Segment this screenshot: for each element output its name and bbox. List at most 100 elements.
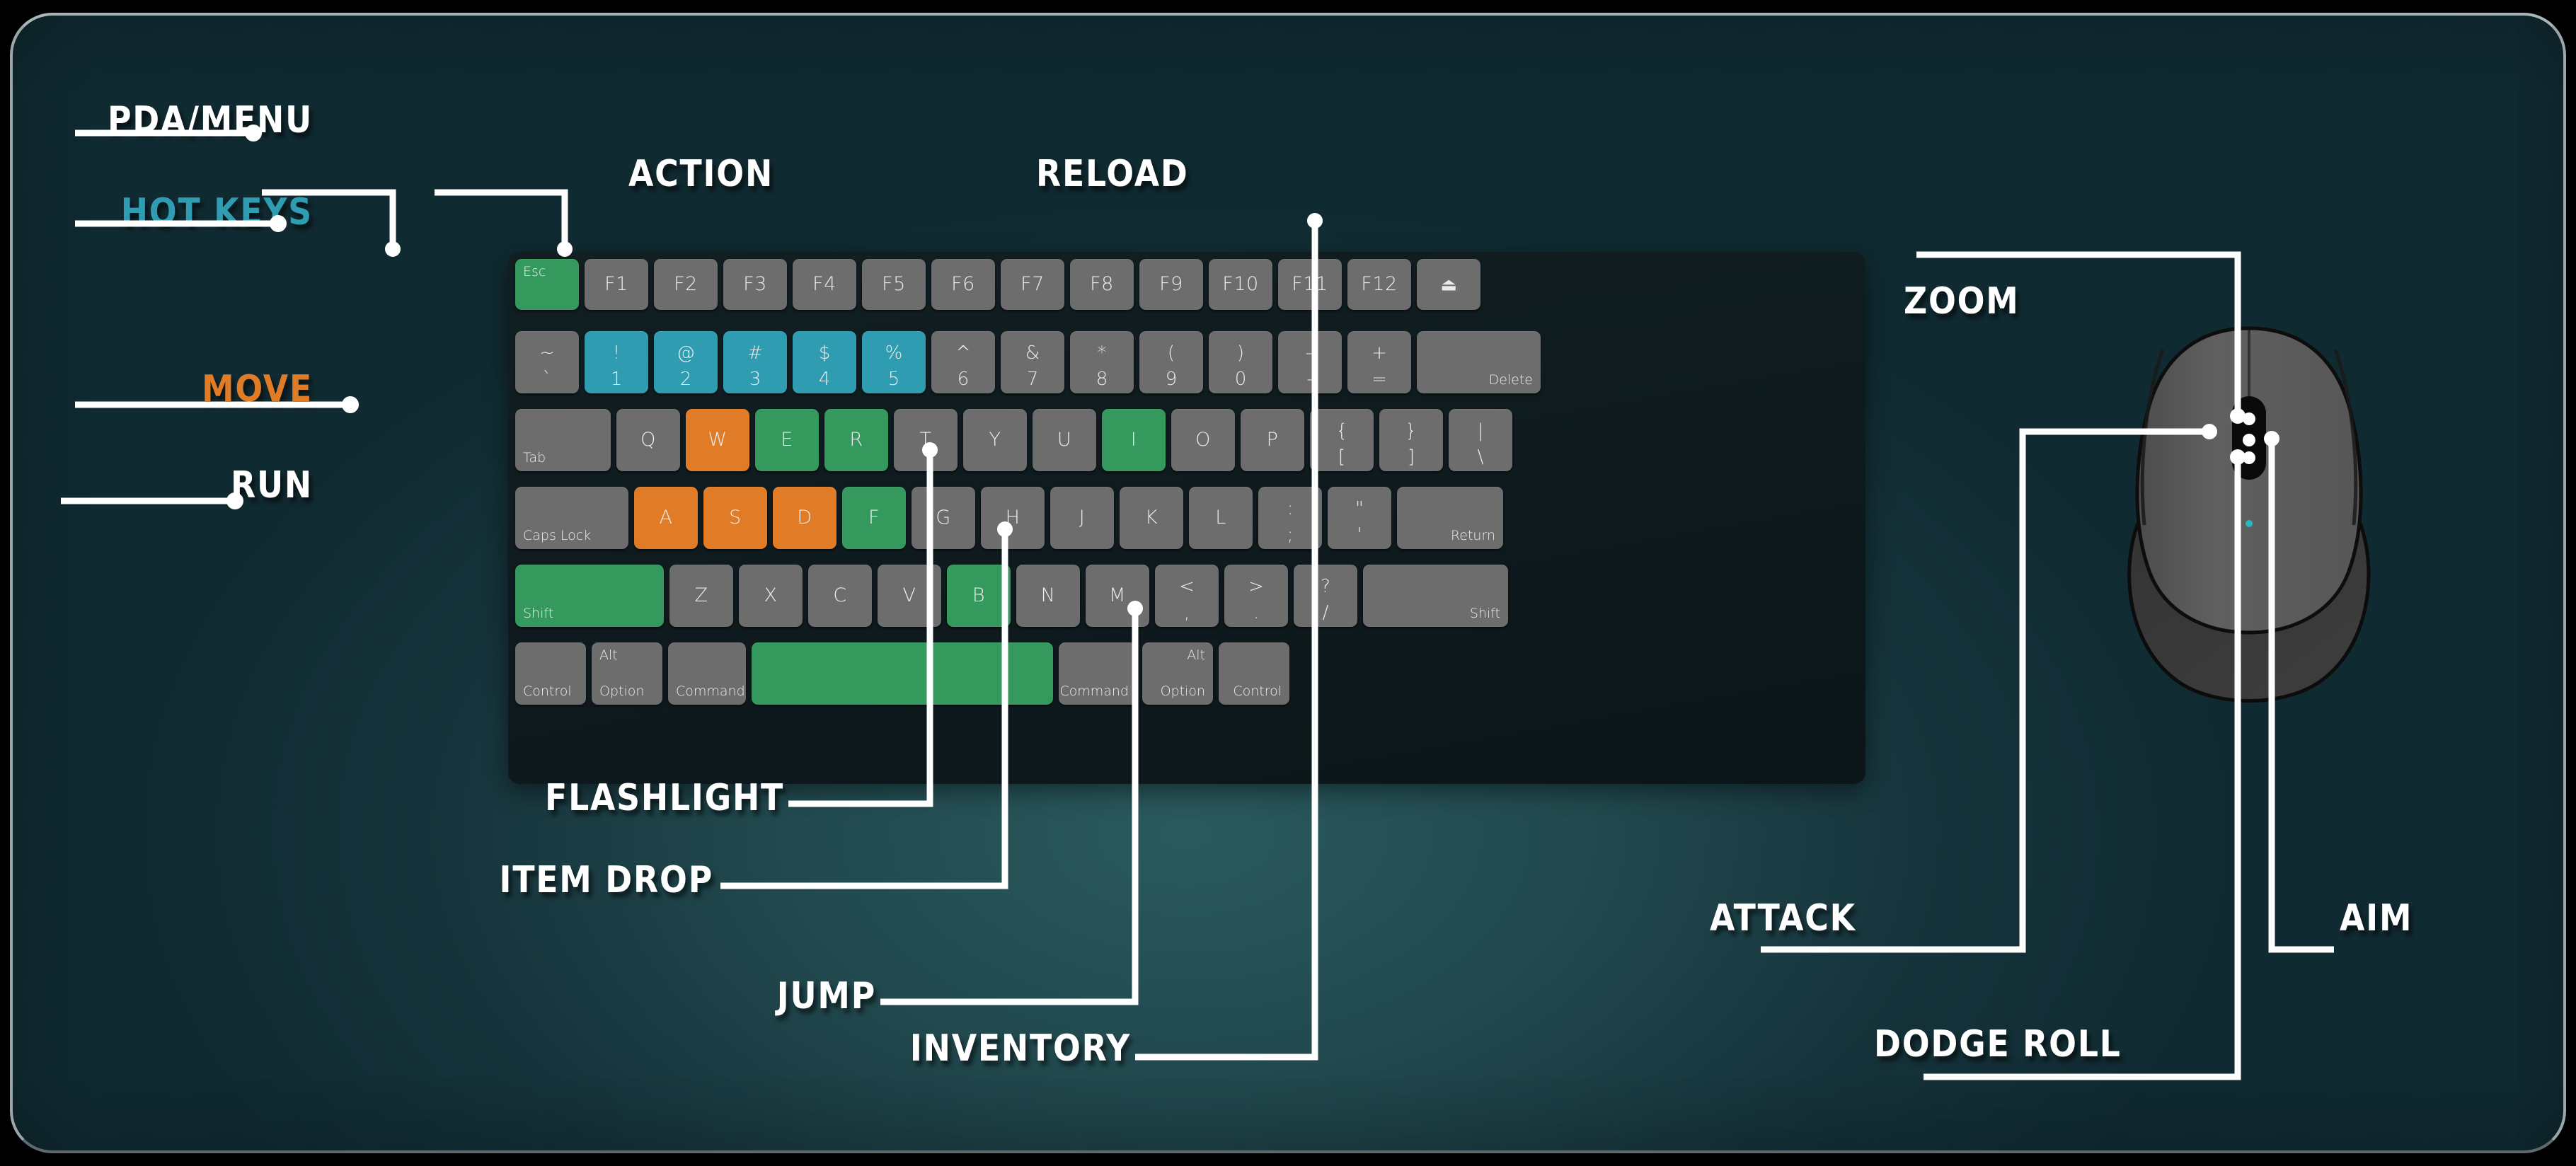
key-spacebar[interactable] <box>752 642 1053 705</box>
key-semicolon[interactable]: :; <box>1258 487 1322 549</box>
key-slash[interactable]: ? / <box>1294 565 1357 627</box>
key-q[interactable]: Q <box>616 409 680 471</box>
key-command-left[interactable]: Command <box>668 642 746 705</box>
key-option-left[interactable]: Option Alt <box>592 642 662 705</box>
key-f4-legend: F4 <box>812 272 836 295</box>
key-t-legend: T <box>919 428 932 451</box>
key-backslash-lower-legend: \ <box>1477 446 1484 468</box>
key-9[interactable]: (9 <box>1139 331 1203 393</box>
key-command-right[interactable]: Command <box>1059 642 1137 705</box>
key-return[interactable]: Return <box>1397 487 1503 549</box>
key-n-legend: N <box>1040 584 1056 606</box>
key-esc[interactable]: Esc <box>515 259 579 310</box>
key-f1[interactable]: F1 <box>585 259 648 310</box>
key-shift-left-legend: Shift <box>523 606 554 621</box>
key-d[interactable]: D <box>773 487 836 549</box>
key-f1-legend: F1 <box>604 272 628 295</box>
key-j[interactable]: J <box>1050 487 1114 549</box>
computer-mouse <box>2108 313 2391 723</box>
key-tab-legend: Tab <box>523 450 546 466</box>
key-2-upper-legend: @ <box>677 342 695 364</box>
key-delete[interactable]: Delete <box>1417 331 1541 393</box>
key-s-legend: S <box>729 506 742 529</box>
key-backtick[interactable]: ~ ` <box>515 331 579 393</box>
callout-zoom-label: ZOOM <box>1904 280 2020 323</box>
callout-reload-label: RELOAD <box>1036 153 1189 195</box>
key-z-legend: Z <box>694 584 708 606</box>
key-option-right[interactable]: Option Alt <box>1142 642 1213 705</box>
key-h[interactable]: H <box>981 487 1045 549</box>
key-f6[interactable]: F6 <box>931 259 995 310</box>
key-z[interactable]: Z <box>669 565 733 627</box>
key-w[interactable]: W <box>686 409 749 471</box>
key-v[interactable]: V <box>878 565 941 627</box>
key-7-upper-legend: & <box>1025 342 1040 364</box>
key-a[interactable]: A <box>634 487 698 549</box>
key-r[interactable]: R <box>824 409 888 471</box>
key-4-upper-legend: $ <box>818 342 831 364</box>
key-control-right[interactable]: Control <box>1219 642 1289 705</box>
key-caps-lock-legend: Caps Lock <box>523 528 592 543</box>
key-x[interactable]: X <box>739 565 803 627</box>
key-tab[interactable]: Tab <box>515 409 611 471</box>
key-i[interactable]: I <box>1102 409 1166 471</box>
key-f[interactable]: F <box>842 487 906 549</box>
key-slash-upper-legend: ? <box>1321 576 1330 597</box>
key-period[interactable]: >. <box>1224 565 1288 627</box>
key-f5[interactable]: F5 <box>862 259 926 310</box>
key-2[interactable]: @2 <box>654 331 718 393</box>
key-e[interactable]: E <box>755 409 819 471</box>
key-f2[interactable]: F2 <box>654 259 718 310</box>
key-t[interactable]: T <box>894 409 958 471</box>
key-8[interactable]: * 8 <box>1070 331 1134 393</box>
key-f3[interactable]: F3 <box>723 259 787 310</box>
key-4[interactable]: $4 <box>793 331 856 393</box>
key-minus-upper-legend: – <box>1305 342 1315 364</box>
key-y[interactable]: Y <box>963 409 1027 471</box>
key-f8[interactable]: F8 <box>1070 259 1134 310</box>
key-f7[interactable]: F7 <box>1001 259 1064 310</box>
key-s[interactable]: S <box>703 487 767 549</box>
key-7[interactable]: & 7 <box>1001 331 1064 393</box>
mouse-wheel-dot-middle <box>2243 434 2255 446</box>
key-6[interactable]: ^ 6 <box>931 331 995 393</box>
key-f4[interactable]: F4 <box>793 259 856 310</box>
key-g[interactable]: G <box>912 487 975 549</box>
key-bracket-right[interactable]: }] <box>1379 409 1443 471</box>
key-u[interactable]: U <box>1033 409 1096 471</box>
callout-aim-label: AIM <box>2340 897 2413 940</box>
key-5[interactable]: % 5 <box>862 331 926 393</box>
key-5-upper-legend: % <box>885 342 903 364</box>
key-delete-legend: Delete <box>1488 372 1533 388</box>
key-control-left[interactable]: Control <box>515 642 586 705</box>
key-f9[interactable]: F9 <box>1139 259 1203 310</box>
key-n[interactable]: N <box>1016 565 1080 627</box>
key-k[interactable]: K <box>1120 487 1183 549</box>
key-eject[interactable]: ⏏ <box>1417 259 1480 310</box>
key-shift-left[interactable]: Shift <box>515 565 664 627</box>
key-c[interactable]: C <box>808 565 872 627</box>
key-e-legend: E <box>781 428 793 451</box>
callout-jump-label: JUMP <box>776 975 876 1017</box>
key-l[interactable]: L <box>1189 487 1253 549</box>
key-caps-lock[interactable]: Caps Lock <box>515 487 628 549</box>
key-comma[interactable]: <, <box>1155 565 1219 627</box>
key-3[interactable]: #3 <box>723 331 787 393</box>
key-shift-right[interactable]: Shift <box>1363 565 1508 627</box>
key-quote[interactable]: " ' <box>1328 487 1391 549</box>
key-f12[interactable]: F12 <box>1347 259 1411 310</box>
key-o-legend: O <box>1195 428 1211 451</box>
key-minus[interactable]: – - <box>1278 331 1342 393</box>
key-p[interactable]: P <box>1241 409 1304 471</box>
key-1[interactable]: ! 1 <box>585 331 648 393</box>
key-bracket-left[interactable]: {[ <box>1310 409 1374 471</box>
key-equal-upper-legend: + <box>1372 342 1387 364</box>
key-o[interactable]: O <box>1171 409 1235 471</box>
key-b[interactable]: B <box>947 565 1011 627</box>
key-f10[interactable]: F10 <box>1209 259 1272 310</box>
key-0[interactable]: ) 0 <box>1209 331 1272 393</box>
key-f11[interactable]: F11 <box>1278 259 1342 310</box>
key-m[interactable]: M <box>1086 565 1149 627</box>
key-equal[interactable]: + = <box>1347 331 1411 393</box>
key-backslash[interactable]: | \ <box>1449 409 1512 471</box>
